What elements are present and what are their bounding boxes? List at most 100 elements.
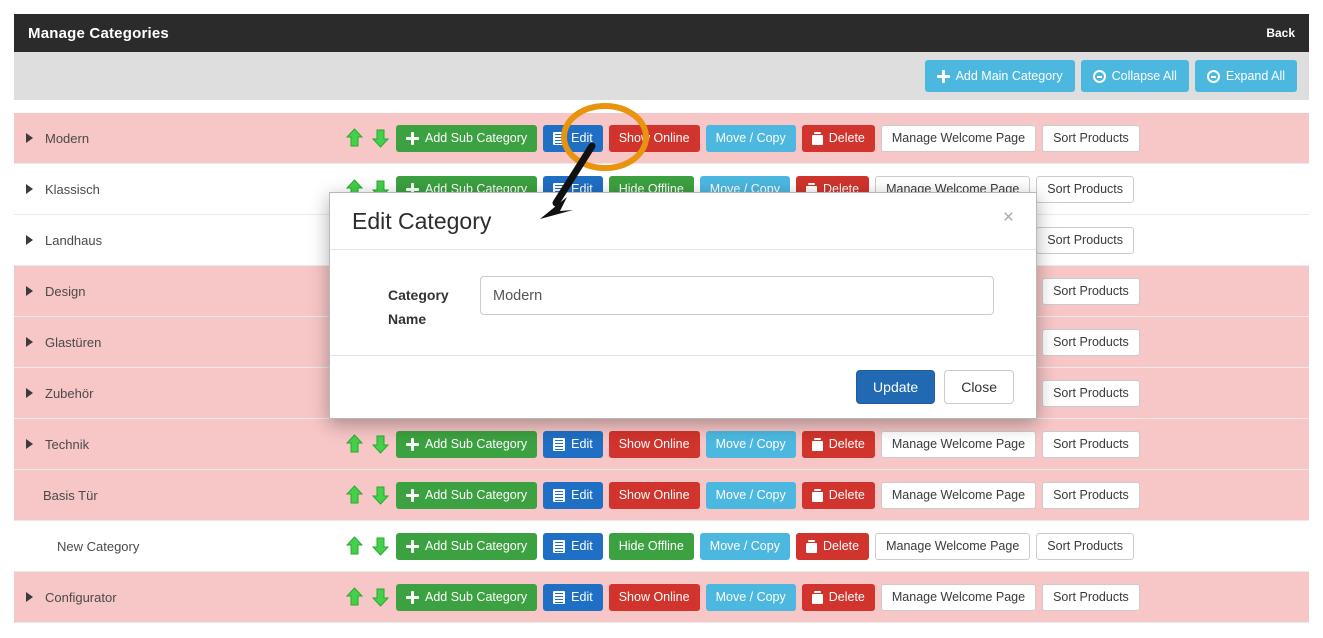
show-online-button[interactable]: Show Online — [608, 430, 700, 458]
modal-footer: Update Close — [330, 356, 1036, 418]
close-icon[interactable]: × — [997, 207, 1020, 228]
delete-button[interactable]: Delete — [795, 532, 870, 560]
manage-welcome-page-button-label: Manage Welcome Page — [891, 487, 1026, 502]
hide-offline-button[interactable]: Hide Offline — [608, 532, 694, 560]
edit-button[interactable]: Edit — [543, 583, 603, 611]
move-down-icon[interactable] — [370, 534, 390, 558]
sort-products-button[interactable]: Sort Products — [1042, 430, 1140, 458]
sort-products-button[interactable]: Sort Products — [1036, 226, 1135, 254]
move-down-icon[interactable] — [370, 432, 390, 456]
move-up-icon[interactable] — [344, 534, 364, 558]
show-online-button[interactable]: Show Online — [608, 124, 700, 152]
sort-products-button[interactable]: Sort Products — [1042, 379, 1140, 407]
category-name-input[interactable] — [480, 276, 994, 315]
move-down-icon[interactable] — [370, 483, 390, 507]
delete-button[interactable]: Delete — [801, 481, 875, 509]
document-icon — [553, 131, 566, 145]
manage-categories-page: Manage Categories Back Add Main Category… — [0, 0, 1323, 638]
sort-products-button[interactable]: Sort Products — [1036, 175, 1135, 203]
modal-body: Category Name — [330, 250, 1036, 356]
manage-welcome-page-button[interactable]: Manage Welcome Page — [880, 430, 1037, 458]
add-sub-category-button[interactable]: Add Sub Category — [396, 583, 538, 611]
show-online-button-label: Show Online — [618, 487, 690, 502]
document-icon — [553, 590, 566, 604]
move-up-icon[interactable] — [344, 483, 364, 507]
delete-button[interactable]: Delete — [801, 583, 875, 611]
caret-right-icon[interactable] — [26, 286, 33, 296]
caret-right-icon[interactable] — [26, 592, 33, 602]
edit-button[interactable]: Edit — [543, 481, 603, 509]
category-name-label: Design — [45, 283, 86, 299]
plus-icon — [406, 437, 419, 451]
close-button[interactable]: Close — [944, 370, 1014, 404]
manage-welcome-page-button[interactable]: Manage Welcome Page — [880, 481, 1037, 509]
manage-welcome-page-button[interactable]: Manage Welcome Page — [880, 124, 1037, 152]
category-name-label: Klassisch — [45, 181, 100, 197]
sort-products-button[interactable]: Sort Products — [1036, 532, 1135, 560]
sort-products-button[interactable]: Sort Products — [1042, 277, 1140, 305]
delete-button-label: Delete — [828, 589, 865, 604]
table-row: New Category Add Sub Category Edit Hide Off… — [14, 521, 1309, 572]
manage-welcome-page-button[interactable]: Manage Welcome Page — [880, 583, 1037, 611]
sort-products-button-label: Sort Products — [1053, 589, 1129, 604]
caret-right-icon[interactable] — [26, 235, 33, 245]
category-name-label: Zubehör — [45, 385, 94, 401]
move-copy-button[interactable]: Move / Copy — [705, 583, 796, 611]
sort-products-button[interactable]: Sort Products — [1042, 328, 1140, 356]
delete-button[interactable]: Delete — [801, 430, 875, 458]
move-copy-button[interactable]: Move / Copy — [705, 124, 796, 152]
caret-right-icon[interactable] — [26, 184, 33, 194]
sort-products-button-label: Sort Products — [1047, 538, 1124, 553]
category-name-label: Glastüren — [45, 334, 102, 350]
collapse-all-button[interactable]: Collapse All — [1080, 60, 1189, 92]
add-sub-category-button[interactable]: Add Sub Category — [396, 124, 538, 152]
update-button[interactable]: Update — [856, 370, 936, 404]
expand-all-button[interactable]: Expand All — [1194, 60, 1297, 92]
add-sub-category-button-label: Add Sub Category — [425, 487, 528, 502]
move-copy-button[interactable]: Move / Copy — [705, 481, 796, 509]
edit-button[interactable]: Edit — [543, 532, 603, 560]
caret-right-icon[interactable] — [26, 388, 33, 398]
edit-button[interactable]: Edit — [543, 124, 603, 152]
delete-button[interactable]: Delete — [801, 124, 875, 152]
trash-icon — [811, 437, 823, 451]
move-copy-button[interactable]: Move / Copy — [699, 532, 790, 560]
move-copy-button[interactable]: Move / Copy — [705, 430, 796, 458]
edit-button[interactable]: Edit — [543, 430, 603, 458]
move-copy-button-label: Move / Copy — [715, 436, 786, 451]
add-sub-category-button[interactable]: Add Sub Category — [396, 481, 538, 509]
sort-products-button[interactable]: Sort Products — [1042, 124, 1140, 152]
plus-icon — [936, 69, 950, 83]
move-down-icon[interactable] — [370, 126, 390, 150]
edit-button-label: Edit — [571, 487, 593, 502]
manage-welcome-page-button[interactable]: Manage Welcome Page — [875, 532, 1031, 560]
sort-products-button-label: Sort Products — [1053, 385, 1129, 400]
category-name-cell: Technik — [14, 437, 344, 452]
move-up-icon[interactable] — [344, 585, 364, 609]
category-name-label: Basis Tür — [43, 487, 98, 503]
add-sub-category-button[interactable]: Add Sub Category — [396, 532, 538, 560]
move-up-icon[interactable] — [344, 432, 364, 456]
sort-products-button[interactable]: Sort Products — [1042, 583, 1140, 611]
move-copy-button-label: Move / Copy — [715, 130, 786, 145]
row-actions: Add Sub Category Edit Show Online Move / Co… — [344, 481, 1140, 509]
back-link[interactable]: Back — [1266, 26, 1295, 40]
add-sub-category-button[interactable]: Add Sub Category — [396, 430, 538, 458]
show-online-button[interactable]: Show Online — [608, 481, 700, 509]
manage-welcome-page-button-label: Manage Welcome Page — [891, 436, 1026, 451]
plus-icon — [406, 488, 419, 502]
caret-right-icon[interactable] — [26, 337, 33, 347]
circle-minus-icon — [1206, 69, 1220, 83]
move-down-icon[interactable] — [370, 585, 390, 609]
move-up-icon[interactable] — [344, 126, 364, 150]
plus-icon — [406, 539, 419, 553]
caret-right-icon[interactable] — [26, 133, 33, 143]
manage-welcome-page-button-label: Manage Welcome Page — [886, 538, 1020, 553]
show-online-button-label: Show Online — [618, 130, 690, 145]
add-main-category-button[interactable]: Add Main Category — [924, 60, 1075, 92]
show-online-button[interactable]: Show Online — [608, 583, 700, 611]
show-online-button-label: Show Online — [618, 436, 690, 451]
row-actions: Add Sub Category Edit Show Online Move / Co… — [344, 430, 1140, 458]
caret-right-icon[interactable] — [26, 439, 33, 449]
sort-products-button[interactable]: Sort Products — [1042, 481, 1140, 509]
